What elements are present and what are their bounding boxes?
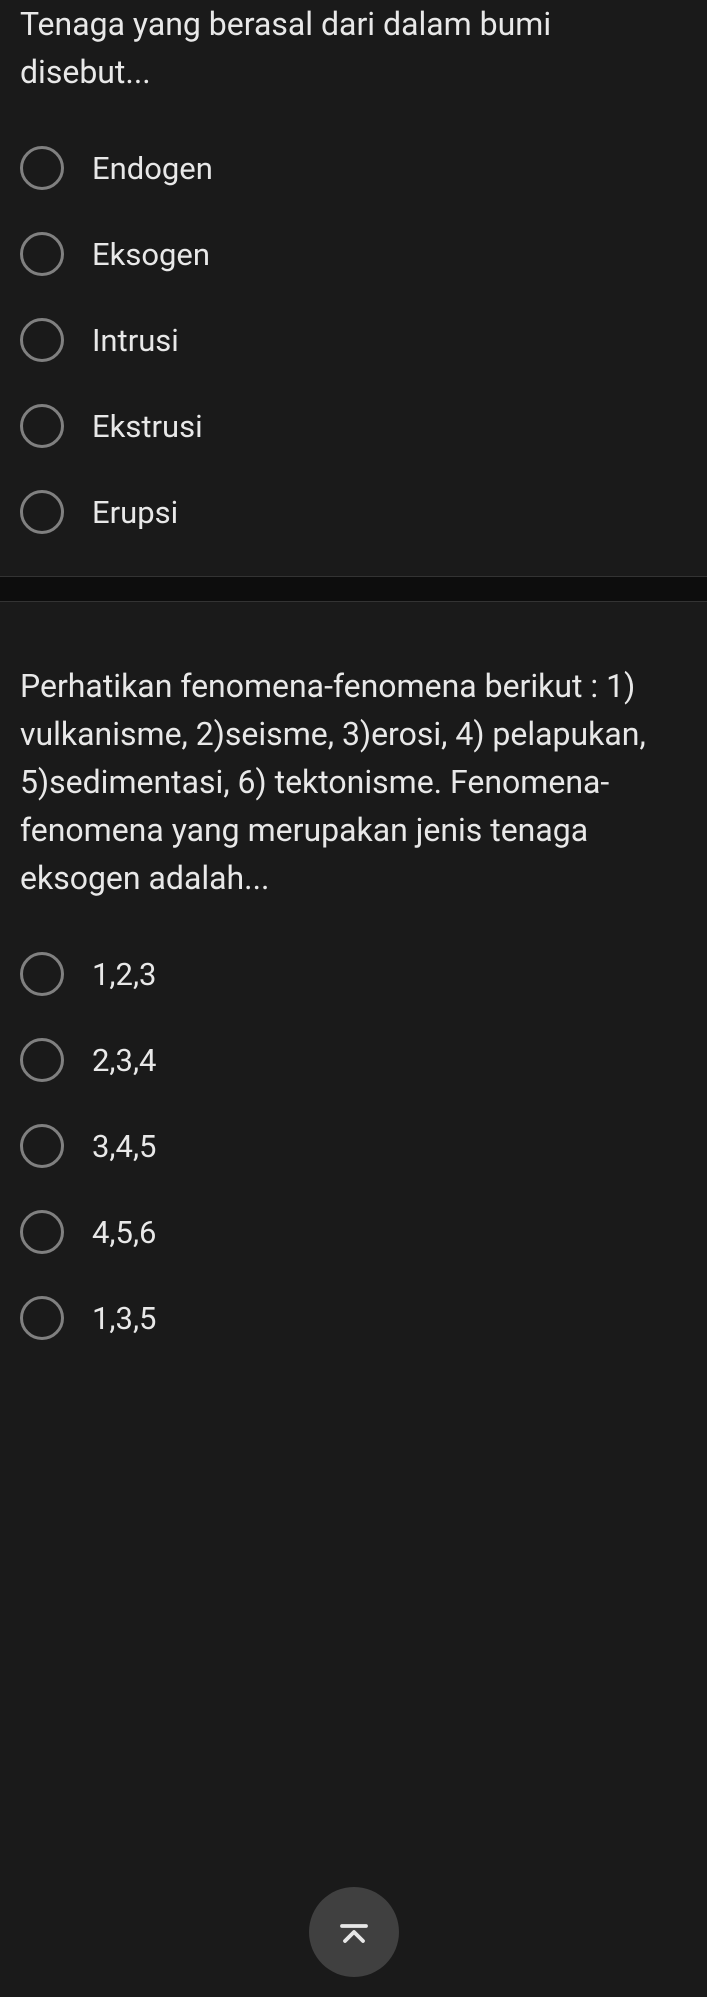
radio-unchecked-icon <box>20 1296 64 1340</box>
option-label: Erupsi <box>92 494 178 531</box>
question-block-1: Tenaga yang berasal dari dalam bumi dise… <box>0 0 707 534</box>
radio-unchecked-icon <box>20 146 64 190</box>
option-label: 1,3,5 <box>92 1300 156 1337</box>
scroll-to-top-button[interactable] <box>309 1887 399 1977</box>
option-row[interactable]: 1,2,3 <box>20 952 687 996</box>
radio-unchecked-icon <box>20 1038 64 1082</box>
radio-unchecked-icon <box>20 1124 64 1168</box>
option-row[interactable]: Eksogen <box>20 232 687 276</box>
option-label: 2,3,4 <box>92 1042 156 1079</box>
question-block-2: Perhatikan fenomena-fenomena berikut : 1… <box>0 662 707 1340</box>
option-row[interactable]: 4,5,6 <box>20 1210 687 1254</box>
option-row[interactable]: 3,4,5 <box>20 1124 687 1168</box>
option-row[interactable]: Endogen <box>20 146 687 190</box>
option-row[interactable]: Ekstrusi <box>20 404 687 448</box>
option-row[interactable]: Erupsi <box>20 490 687 534</box>
option-row[interactable]: 2,3,4 <box>20 1038 687 1082</box>
radio-unchecked-icon <box>20 232 64 276</box>
radio-unchecked-icon <box>20 952 64 996</box>
radio-unchecked-icon <box>20 318 64 362</box>
option-label: Intrusi <box>92 322 179 359</box>
radio-unchecked-icon <box>20 490 64 534</box>
option-label: 1,2,3 <box>92 956 156 993</box>
option-row[interactable]: Intrusi <box>20 318 687 362</box>
radio-unchecked-icon <box>20 404 64 448</box>
chevron-up-icon <box>336 1914 372 1950</box>
radio-unchecked-icon <box>20 1210 64 1254</box>
option-label: Ekstrusi <box>92 408 203 445</box>
option-label: Endogen <box>92 150 213 187</box>
question-divider <box>0 576 707 602</box>
option-label: Eksogen <box>92 236 210 273</box>
option-row[interactable]: 1,3,5 <box>20 1296 687 1340</box>
question-text: Perhatikan fenomena-fenomena berikut : 1… <box>20 662 687 902</box>
option-label: 3,4,5 <box>92 1128 156 1165</box>
option-label: 4,5,6 <box>92 1214 156 1251</box>
question-text: Tenaga yang berasal dari dalam bumi dise… <box>20 0 687 96</box>
